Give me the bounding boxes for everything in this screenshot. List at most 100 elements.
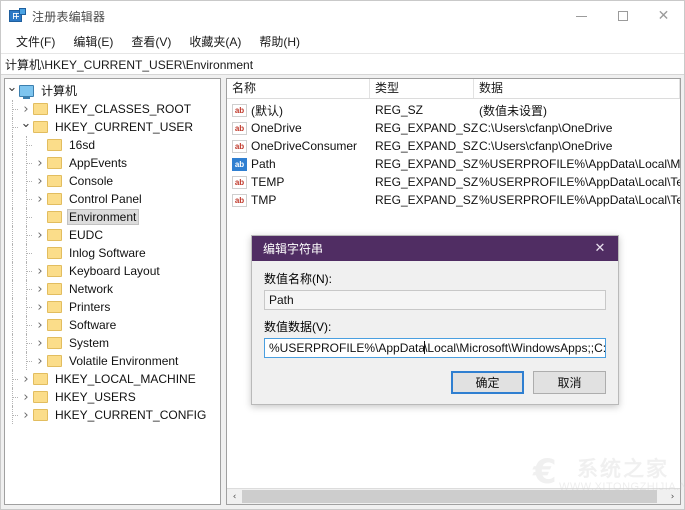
table-row[interactable]: ab OneDriveConsumer REG_EXPAND_SZ C:\Users\… [227, 137, 680, 155]
scroll-right-arrow-icon[interactable]: › [665, 489, 680, 504]
chevron-right-icon[interactable] [19, 406, 33, 424]
tree-item-appevents[interactable]: AppEvents [5, 154, 220, 172]
folder-icon [47, 247, 62, 259]
menu-view[interactable]: 查看(V) [122, 33, 180, 52]
column-header-data[interactable]: 数据 [474, 79, 680, 98]
close-icon: ✕ [657, 8, 670, 24]
chevron-right-icon[interactable] [33, 190, 47, 208]
tree-item-keyboard-layout[interactable]: Keyboard Layout [5, 262, 220, 280]
tree-indent-guide [19, 262, 33, 280]
tree-item-label: Network [69, 282, 114, 296]
tree-item-label: HKEY_USERS [55, 390, 136, 404]
chevron-right-icon[interactable] [33, 334, 47, 352]
tree-item-environment[interactable]: Environment [5, 208, 220, 226]
tree-item-hkey-local-machine[interactable]: HKEY_LOCAL_MACHINE [5, 370, 220, 388]
table-row[interactable]: ab (默认) REG_SZ (数值未设置) [227, 101, 680, 119]
string-value-icon: ab [232, 121, 247, 135]
chevron-right-icon[interactable] [33, 298, 47, 316]
address-bar[interactable]: 计算机\HKEY_CURRENT_USER\Environment [1, 54, 684, 75]
tree-item-system[interactable]: System [5, 334, 220, 352]
tree-item-label: System [69, 336, 110, 350]
table-row[interactable]: ab Path REG_EXPAND_SZ %USERPROFILE%\AppData… [227, 155, 680, 173]
tree-indent-guide [5, 352, 19, 370]
chevron-down-icon[interactable] [19, 118, 33, 136]
tree-item-label: Environment [67, 209, 140, 225]
folder-icon [33, 103, 48, 115]
tree-indent-guide [5, 208, 19, 226]
tree-indent-guide [5, 334, 19, 352]
tree-item-eudc[interactable]: EUDC [5, 226, 220, 244]
tree-indent-guide [19, 154, 33, 172]
chevron-right-icon[interactable] [33, 172, 47, 190]
cell-data: %USERPROFILE%\AppData\Local\Temp [479, 175, 680, 189]
value-data-input[interactable]: %USERPROFILE%\AppData\Local\Microsoft\Wi… [264, 338, 606, 358]
table-row[interactable]: ab TEMP REG_EXPAND_SZ %USERPROFILE%\AppData… [227, 173, 680, 191]
tree-item-label: 计算机 [41, 84, 78, 98]
scroll-left-arrow-icon[interactable]: ‹ [227, 489, 242, 504]
tree-item-[interactable]: 计算机 [5, 82, 220, 100]
cancel-button[interactable]: 取消 [533, 371, 606, 394]
tree-item-hkey-classes-root[interactable]: HKEY_CLASSES_ROOT [5, 100, 220, 118]
tree-item-16sd[interactable]: 16sd [5, 136, 220, 154]
tree-item-hkey-users[interactable]: HKEY_USERS [5, 388, 220, 406]
tree-item-console[interactable]: Console [5, 172, 220, 190]
minimize-button[interactable] [561, 1, 602, 31]
table-row[interactable]: ab TMP REG_EXPAND_SZ %USERPROFILE%\AppData\… [227, 191, 680, 209]
maximize-button[interactable] [602, 1, 643, 31]
tree-item-hkey-current-user[interactable]: HKEY_CURRENT_USER [5, 118, 220, 136]
tree-item-software[interactable]: Software [5, 316, 220, 334]
chevron-right-icon[interactable] [19, 388, 33, 406]
cell-type: REG_EXPAND_SZ [375, 175, 479, 189]
tree-item-volatile-environment[interactable]: Volatile Environment [5, 352, 220, 370]
table-row[interactable]: ab OneDrive REG_EXPAND_SZ C:\Users\cfanp\On… [227, 119, 680, 137]
folder-icon [33, 121, 48, 133]
tree-item-network[interactable]: Network [5, 280, 220, 298]
registry-editor-icon [9, 8, 26, 24]
value-name-input[interactable]: Path [264, 290, 606, 310]
tree-indent-guide [19, 172, 33, 190]
tree-indent-guide [5, 226, 19, 244]
tree-item-label: EUDC [69, 228, 104, 242]
chevron-right-icon[interactable] [33, 154, 47, 172]
menu-file[interactable]: 文件(F) [7, 33, 64, 52]
chevron-down-icon[interactable] [5, 82, 19, 100]
menu-favorites[interactable]: 收藏夹(A) [180, 33, 250, 52]
folder-icon [47, 301, 62, 313]
tree-item-hkey-current-config[interactable]: HKEY_CURRENT_CONFIG [5, 406, 220, 424]
column-header-name[interactable]: 名称 [227, 79, 370, 98]
ok-button[interactable]: 确定 [451, 371, 524, 394]
tree-indent-guide [19, 280, 33, 298]
address-path: 计算机\HKEY_CURRENT_USER\Environment [5, 57, 254, 72]
chevron-right-icon[interactable] [19, 370, 33, 388]
tree-item-inlog-software[interactable]: Inlog Software [5, 244, 220, 262]
dialog-close-button[interactable]: ✕ [582, 236, 618, 261]
tree-item-label: HKEY_CURRENT_CONFIG [55, 408, 207, 422]
string-value-icon: ab [232, 193, 247, 207]
folder-icon [33, 409, 48, 421]
value-data-text-after-caret: \Local\Microsoft\WindowsApps;;C:\Users\c… [424, 341, 606, 355]
folder-icon [47, 337, 62, 349]
dialog-title-bar: 编辑字符串 ✕ [252, 236, 618, 261]
tree-indent-guide [5, 262, 19, 280]
scrollbar-track[interactable] [242, 489, 665, 504]
horizontal-scrollbar[interactable]: ‹ › [227, 488, 680, 504]
scrollbar-thumb[interactable] [242, 490, 657, 503]
cell-name: TMP [251, 193, 277, 207]
registry-tree-pane[interactable]: 计算机 HKEY_CLASSES_ROOT HKEY_CURRENT_USER 16s… [4, 78, 221, 505]
column-header-type[interactable]: 类型 [370, 79, 474, 98]
tree-indent-guide [19, 208, 33, 226]
chevron-right-icon[interactable] [33, 226, 47, 244]
folder-icon [47, 175, 62, 187]
tree-item-control-panel[interactable]: Control Panel [5, 190, 220, 208]
tree-indent-guide [19, 244, 33, 262]
menu-edit[interactable]: 编辑(E) [64, 33, 122, 52]
cell-name: Path [251, 157, 276, 171]
tree-indent-guide [5, 154, 19, 172]
tree-item-printers[interactable]: Printers [5, 298, 220, 316]
chevron-right-icon[interactable] [33, 316, 47, 334]
menu-help[interactable]: 帮助(H) [250, 33, 309, 52]
chevron-right-icon[interactable] [33, 262, 47, 280]
chevron-right-icon[interactable] [33, 352, 47, 370]
chevron-right-icon[interactable] [33, 280, 47, 298]
close-button[interactable]: ✕ [643, 1, 684, 31]
